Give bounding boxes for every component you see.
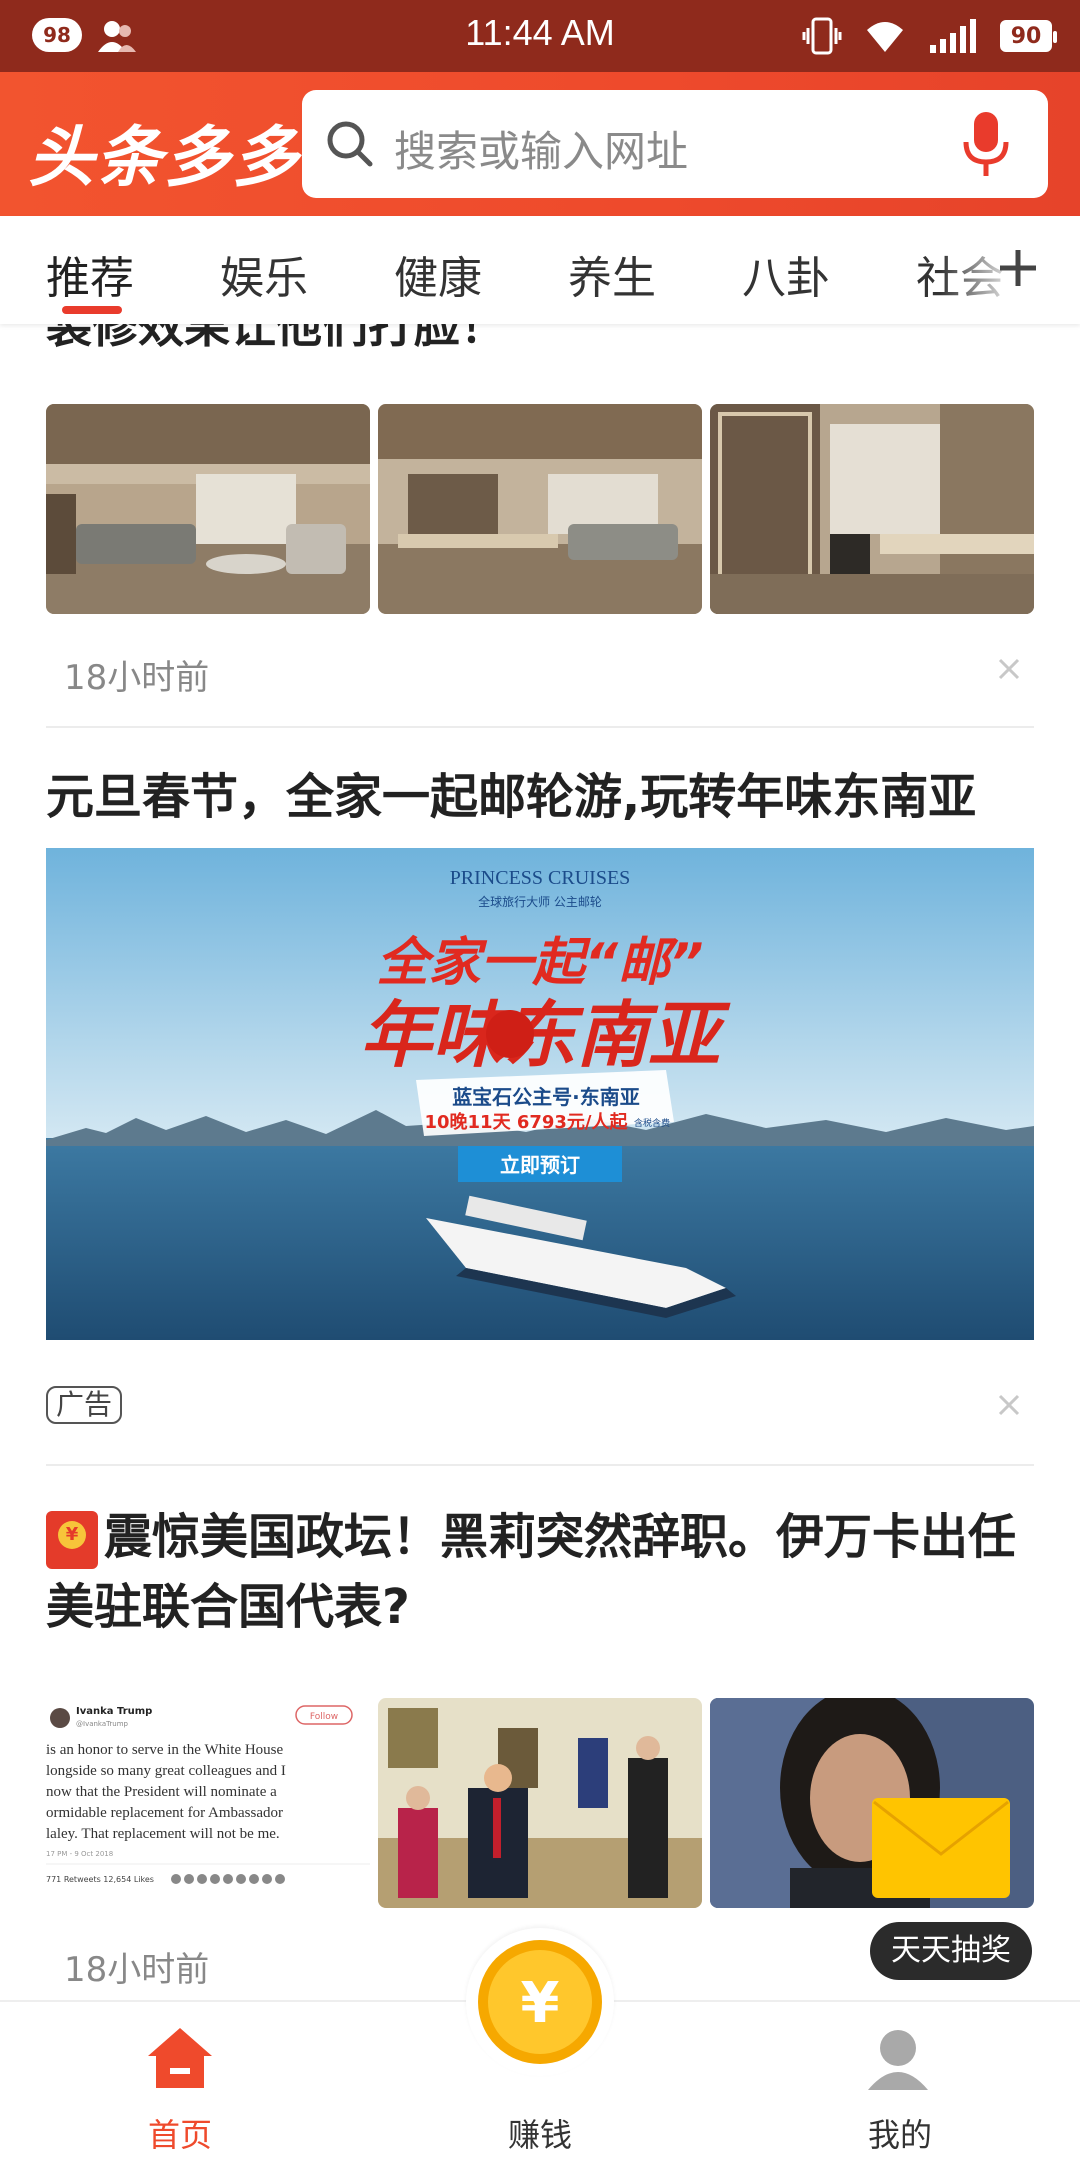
article-image bbox=[378, 404, 702, 614]
wifi-icon bbox=[867, 22, 903, 52]
tab-gossip[interactable]: 八卦 bbox=[742, 242, 830, 306]
daily-lottery-button[interactable]: 天天抽奖 bbox=[870, 1922, 1032, 1980]
tweet-handle: @IvankaTrump bbox=[76, 1720, 129, 1728]
tweet-date: 17 PM - 9 Oct 2018 bbox=[46, 1850, 113, 1858]
coin-icon: ¥ bbox=[478, 1940, 602, 2064]
nav-home-label[interactable]: 首页 bbox=[80, 2110, 280, 2156]
ad-brand: PRINCESS CRUISES bbox=[450, 867, 631, 889]
tweet-line: longside so many great colleagues and I bbox=[46, 1763, 286, 1779]
tab-wellness[interactable]: 养生 bbox=[568, 242, 656, 306]
nav-earn-label[interactable]: 赚钱 bbox=[440, 2110, 640, 2156]
add-tab-icon[interactable] bbox=[996, 246, 1040, 290]
article-image bbox=[46, 404, 370, 614]
tab-health[interactable]: 健康 bbox=[394, 242, 482, 306]
yuan-symbol: ¥ bbox=[58, 1521, 86, 1549]
tweet-line: is an honor to serve in the White House bbox=[46, 1742, 284, 1758]
tab-entertainment[interactable]: 娱乐 bbox=[220, 242, 308, 306]
envelope-icon[interactable] bbox=[870, 1796, 1012, 1900]
article-image bbox=[710, 404, 1034, 614]
battery-icon: 90 bbox=[1000, 20, 1057, 52]
ad-headline-1: 全家一起“邮” bbox=[377, 933, 704, 993]
close-icon[interactable] bbox=[994, 1390, 1024, 1420]
tweet-screenshot: Ivanka Trump @IvankaTrump Follow is an h… bbox=[46, 1698, 370, 1908]
search-placeholder: 搜索或输入网址 bbox=[394, 127, 689, 176]
ad-price: 10晚11天 6793元/人起 bbox=[424, 1111, 628, 1133]
news-feed: 装修效果让他们打脸！ 18小时前 元旦春节，全家一起邮轮游,玩转年味东南亚 PR… bbox=[0, 324, 1080, 2000]
red-packet-icon: ¥ bbox=[46, 1511, 98, 1569]
tab-recommend[interactable]: 推荐 bbox=[46, 242, 134, 306]
app-logo: 头条多多 bbox=[28, 119, 300, 196]
tweet-follow: Follow bbox=[310, 1712, 338, 1722]
tweet-stats: 771 Retweets 12,654 Likes bbox=[46, 1875, 154, 1884]
ad-headline-2: 年味东南亚 bbox=[360, 993, 731, 1077]
article-title[interactable]: 装修效果让他们打脸！ bbox=[46, 324, 506, 356]
article-title-text: 震惊美国政坛！黑莉突然辞职。伊万卡出任美驻联合国代表? bbox=[46, 1509, 1017, 1635]
ad-title[interactable]: 元旦春节，全家一起邮轮游,玩转年味东南亚 bbox=[46, 762, 1036, 832]
tweet-line: laley. That replacement will not be me. bbox=[46, 1826, 280, 1842]
category-tabs: 推荐 娱乐 健康 养生 八卦 社会 bbox=[0, 216, 1080, 324]
coin-symbol: ¥ bbox=[521, 1971, 560, 2036]
signal-icon bbox=[930, 19, 976, 53]
app-header: 头条多多 搜索或输入网址 bbox=[0, 72, 1080, 216]
ad-brand-sub: 全球旅行大师 公主邮轮 bbox=[478, 894, 602, 909]
divider bbox=[46, 1464, 1034, 1466]
ad-ship-name: 蓝宝石公主号·东南亚 bbox=[452, 1085, 640, 1109]
nav-mine-label[interactable]: 我的 bbox=[800, 2110, 1000, 2156]
earn-money-button[interactable]: ¥ bbox=[466, 1928, 614, 2076]
search-bar[interactable]: 搜索或输入网址 bbox=[302, 90, 1048, 198]
article-timestamp: 18小时前 bbox=[64, 658, 210, 698]
oval-office-photo bbox=[378, 1698, 702, 1908]
home-icon[interactable] bbox=[146, 2024, 214, 2092]
divider bbox=[46, 726, 1034, 728]
ad-badge: 广告 bbox=[46, 1386, 123, 1424]
ad-price-note: 含税含费 bbox=[634, 1117, 670, 1129]
search-icon bbox=[327, 121, 373, 167]
ad-cta-label: 立即预订 bbox=[500, 1153, 580, 1177]
microphone-icon[interactable] bbox=[960, 110, 1012, 180]
profile-icon[interactable] bbox=[864, 2024, 932, 2092]
article-timestamp: 18小时前 bbox=[64, 1950, 210, 1990]
lantern-icon bbox=[486, 1010, 534, 1058]
tweet-line: ormidable replacement for Ambassador bbox=[46, 1805, 283, 1821]
tweet-line: now that the President will nominate a bbox=[46, 1784, 277, 1800]
ad-banner-image[interactable]: PRINCESS CRUISES 全球旅行大师 公主邮轮 全家一起“邮” 年味东… bbox=[46, 848, 1034, 1340]
vibrate-icon bbox=[802, 17, 842, 55]
tweet-name: Ivanka Trump bbox=[76, 1706, 152, 1717]
active-tab-indicator bbox=[62, 306, 122, 314]
status-bar: 98 11:44 AM 90 bbox=[0, 0, 1080, 72]
bottom-navigation: 首页 ¥ 赚钱 我的 bbox=[0, 1928, 1080, 2162]
article-title[interactable]: ¥ 震惊美国政坛！黑莉突然辞职。伊万卡出任美驻联合国代表? bbox=[46, 1502, 1036, 1642]
article-image-row[interactable] bbox=[46, 404, 1034, 614]
close-icon[interactable] bbox=[994, 654, 1024, 684]
